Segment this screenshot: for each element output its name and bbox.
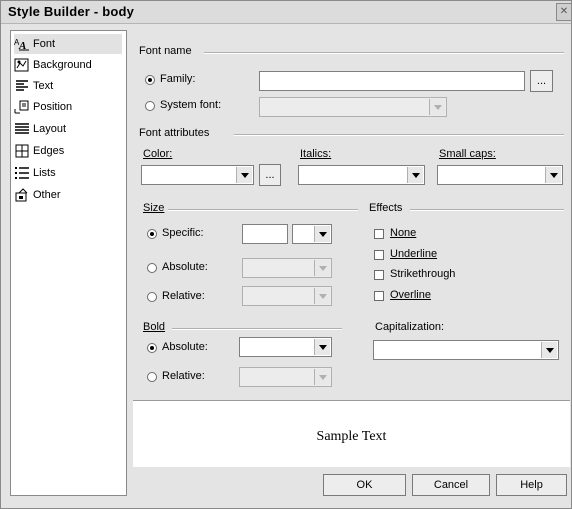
- nav-label: Text: [33, 80, 54, 92]
- size-unit-select[interactable]: [292, 224, 332, 244]
- underline-label: Underline: [390, 248, 438, 260]
- size-absolute-radio[interactable]: [147, 263, 157, 273]
- style-builder-dialog: Style Builder - body ✕ AA Font Backgroun…: [0, 0, 572, 509]
- none-label: None: [390, 227, 417, 239]
- lists-icon: [14, 166, 30, 180]
- help-button[interactable]: Help: [496, 474, 567, 496]
- nav-label: Position: [33, 101, 73, 113]
- bold-absolute-label: Absolute:: [162, 341, 208, 353]
- underline-checkbox[interactable]: [374, 250, 384, 260]
- system-font-label: System font:: [160, 99, 222, 111]
- font-icon: AA: [14, 37, 30, 51]
- sample-text: Sample Text: [316, 429, 387, 444]
- text-icon: [14, 79, 30, 93]
- bold-relative-label: Relative:: [162, 370, 205, 382]
- size-relative-label: Relative:: [162, 290, 205, 302]
- font-properties-panel: Font name Family: ... System font: Font …: [132, 30, 571, 397]
- nav-item-layout[interactable]: Layout: [14, 119, 122, 139]
- divider: [234, 134, 564, 136]
- small-caps-select[interactable]: [437, 165, 563, 185]
- layout-icon: [14, 122, 30, 136]
- nav-label: Other: [33, 189, 61, 201]
- family-label: Family:: [160, 73, 196, 85]
- none-checkbox[interactable]: [374, 229, 384, 239]
- category-list: AA Font Background Text Position Layout …: [10, 30, 127, 496]
- ok-button[interactable]: OK: [323, 474, 406, 496]
- close-icon[interactable]: ✕: [556, 3, 571, 21]
- cancel-button[interactable]: Cancel: [412, 474, 490, 496]
- edges-icon: [14, 144, 30, 158]
- size-relative-select[interactable]: [242, 286, 332, 306]
- size-relative-radio[interactable]: [147, 292, 157, 302]
- size-absolute-label: Absolute:: [162, 261, 208, 273]
- nav-label: Lists: [33, 167, 56, 179]
- chevron-down-icon[interactable]: [541, 342, 557, 358]
- size-absolute-select[interactable]: [242, 258, 332, 278]
- position-icon: [14, 100, 30, 114]
- color-picker-button[interactable]: ...: [259, 164, 281, 186]
- overline-checkbox[interactable]: [374, 291, 384, 301]
- italics-select[interactable]: [298, 165, 425, 185]
- chevron-down-icon[interactable]: [314, 226, 330, 242]
- family-input[interactable]: [259, 71, 525, 91]
- small-caps-label: Small caps:: [439, 148, 496, 160]
- divider: [172, 328, 342, 330]
- divider: [204, 52, 564, 54]
- divider: [410, 209, 564, 211]
- family-browse-button[interactable]: ...: [530, 70, 553, 92]
- system-font-radio[interactable]: [145, 101, 155, 111]
- size-specific-input[interactable]: [242, 224, 288, 244]
- color-label: Color:: [143, 148, 173, 160]
- nav-label: Background: [33, 59, 92, 71]
- nav-item-font[interactable]: AA Font: [14, 34, 122, 54]
- bold-relative-radio[interactable]: [147, 372, 157, 382]
- preview-pane: Sample Text: [133, 400, 570, 468]
- nav-item-position[interactable]: Position: [14, 97, 122, 117]
- bold-absolute-radio[interactable]: [147, 343, 157, 353]
- family-radio[interactable]: [145, 75, 155, 85]
- chevron-down-icon[interactable]: [545, 167, 561, 183]
- chevron-down-icon[interactable]: [314, 288, 330, 304]
- size-header: Size: [143, 202, 165, 214]
- chevron-down-icon[interactable]: [407, 167, 423, 183]
- font-attributes-header: Font attributes: [139, 127, 210, 139]
- italics-label: Italics:: [300, 148, 332, 160]
- bold-header: Bold: [143, 321, 166, 333]
- nav-label: Edges: [33, 145, 65, 157]
- nav-item-background[interactable]: Background: [14, 55, 122, 75]
- svg-text:A: A: [18, 40, 26, 51]
- nav-item-lists[interactable]: Lists: [14, 163, 122, 183]
- overline-label: Overline: [390, 289, 431, 301]
- bold-relative-select[interactable]: [239, 367, 332, 387]
- chevron-down-icon[interactable]: [429, 99, 445, 115]
- other-icon: [14, 188, 30, 202]
- font-name-header: Font name: [139, 45, 192, 57]
- nav-label: Font: [33, 38, 56, 50]
- window-title: Style Builder - body: [8, 4, 135, 19]
- chevron-down-icon[interactable]: [314, 369, 330, 385]
- background-icon: [14, 58, 30, 72]
- strikethrough-label: Strikethrough: [390, 268, 456, 280]
- capitalization-select[interactable]: [373, 340, 559, 360]
- system-font-select[interactable]: [259, 97, 447, 117]
- color-select[interactable]: [141, 165, 254, 185]
- chevron-down-icon[interactable]: [314, 339, 330, 355]
- bold-absolute-select[interactable]: [239, 337, 332, 357]
- dialog-footer: OK Cancel Help: [127, 467, 571, 507]
- nav-label: Layout: [33, 123, 67, 135]
- nav-item-edges[interactable]: Edges: [14, 141, 122, 161]
- chevron-down-icon[interactable]: [236, 167, 252, 183]
- nav-item-other[interactable]: Other: [14, 185, 122, 205]
- size-specific-radio[interactable]: [147, 229, 157, 239]
- divider: [168, 209, 358, 211]
- strikethrough-checkbox[interactable]: [374, 270, 384, 280]
- chevron-down-icon[interactable]: [314, 260, 330, 276]
- size-specific-label: Specific:: [162, 227, 204, 239]
- title-bar: Style Builder - body ✕: [1, 1, 571, 24]
- effects-header: Effects: [369, 202, 403, 214]
- capitalization-label: Capitalization:: [375, 321, 445, 333]
- nav-item-text[interactable]: Text: [14, 76, 122, 96]
